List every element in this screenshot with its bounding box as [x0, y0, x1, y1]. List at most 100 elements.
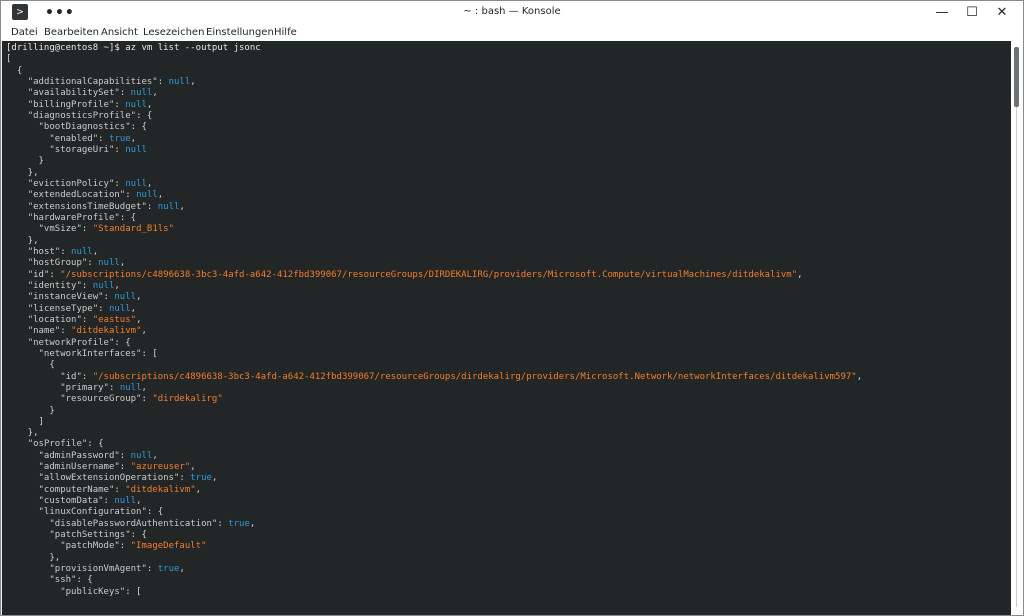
token-punct: ,	[190, 76, 196, 87]
token-punct	[6, 111, 28, 121]
output-line: "storageUri": null	[6, 145, 862, 156]
output-line: "licenseType": null,	[6, 304, 862, 315]
token-punct	[6, 473, 39, 483]
token-punct	[6, 587, 60, 597]
token-punct	[6, 372, 60, 382]
token-key: "hardwareProfile"	[27, 212, 120, 223]
token-punct: },	[6, 167, 39, 178]
token-bool: true	[108, 133, 131, 144]
token-punct: }	[6, 156, 44, 167]
token-punct	[6, 326, 28, 336]
menu-lesezeichen[interactable]: Lesezeichen	[143, 27, 204, 38]
token-punct: ,	[146, 178, 153, 189]
token-punct	[6, 77, 28, 87]
token-punct	[6, 281, 28, 291]
output-line: "patchMode": "ImageDefault"	[6, 541, 862, 552]
token-punct: ,	[856, 371, 863, 382]
token-key: "osProfile"	[27, 439, 88, 450]
output-line: "evictionPolicy": null,	[6, 179, 862, 190]
token-null: null	[98, 258, 120, 269]
token-punct	[6, 541, 60, 551]
token-punct	[6, 179, 28, 189]
title-bar[interactable]: > ••• ~ : bash — Konsole — ☐ ✕	[1, 1, 1023, 25]
token-punct	[6, 530, 49, 540]
token-punct: :	[217, 518, 229, 529]
token-punct: ,	[179, 564, 185, 575]
token-punct: ,	[141, 382, 147, 393]
token-punct: :	[60, 246, 72, 257]
token-key: "diagnosticsProfile"	[27, 110, 137, 121]
token-punct: ]	[6, 416, 44, 427]
token-punct: ,	[136, 496, 142, 507]
output-line: "disablePasswordAuthentication": true,	[6, 519, 862, 530]
output-line: "vmSize": "Standard_B1ls"	[6, 224, 862, 235]
output-line: "customData": null,	[6, 496, 862, 507]
token-punct: :	[98, 133, 109, 144]
token-punct: :	[141, 394, 153, 405]
output-line: "additionalCapabilities": null,	[6, 77, 862, 88]
output-line: "enabled": true,	[6, 134, 862, 145]
output-line: "publicKeys": [	[6, 587, 862, 598]
token-str: "dirdekalirg"	[152, 394, 223, 405]
output-line: "diagnosticsProfile": {	[6, 111, 862, 122]
token-punct: :	[103, 292, 115, 303]
output-line: "billingProfile": null,	[6, 100, 862, 111]
output-line: "primary": null,	[6, 383, 862, 394]
token-key: "location"	[27, 314, 82, 325]
token-key: "id"	[27, 269, 50, 280]
output-line: "ssh": {	[6, 575, 862, 586]
output-line: "computerName": "ditdekalivm",	[6, 485, 862, 496]
scrollbar[interactable]	[1011, 41, 1023, 615]
token-null: null	[92, 280, 115, 291]
token-null: null	[130, 88, 153, 99]
window-title: ~ : bash — Konsole	[463, 6, 561, 17]
token-punct: :	[119, 450, 131, 461]
token-null: null	[114, 292, 137, 303]
token-punct: },	[6, 428, 39, 439]
menu-bar: Datei Bearbeiten Ansicht Lesezeichen Ein…	[1, 25, 1023, 41]
token-key: "host"	[27, 246, 61, 257]
token-key: "extensionsTimeBudget"	[27, 201, 147, 212]
token-punct: },	[6, 235, 39, 246]
token-key: "name"	[27, 326, 61, 337]
token-null: null	[125, 178, 147, 189]
token-str: "/subscriptions/c4896638-3bc3-4afd-a642-…	[60, 269, 798, 280]
token-key: "ssh"	[49, 575, 77, 586]
maximize-button[interactable]: ☐	[962, 4, 982, 22]
menu-datei[interactable]: Datei	[11, 27, 38, 38]
token-punct: ,	[797, 269, 803, 280]
token-punct	[6, 213, 28, 223]
token-punct: ,	[130, 303, 137, 314]
token-punct	[6, 247, 28, 257]
token-punct	[6, 462, 39, 472]
token-punct	[6, 304, 28, 314]
token-punct: ,	[190, 462, 196, 473]
konsole-window: > ••• ~ : bash — Konsole — ☐ ✕ Datei Bea…	[0, 0, 1024, 616]
menu-hilfe[interactable]: Hilfe	[274, 27, 297, 38]
minimize-button[interactable]: —	[932, 4, 952, 22]
token-key: "customData"	[38, 496, 104, 507]
token-key: "bootDiagnostics"	[38, 122, 131, 133]
token-punct: ,	[141, 326, 147, 337]
menu-bearbeiten[interactable]: Bearbeiten	[44, 27, 99, 38]
token-key: "adminPassword"	[38, 450, 120, 461]
token-punct	[6, 224, 39, 234]
menu-ansicht[interactable]: Ansicht	[101, 27, 138, 38]
menu-einstellungen[interactable]: Einstellungen	[206, 27, 274, 38]
token-punct: :	[146, 564, 158, 575]
token-punct: ,	[130, 133, 137, 144]
terminal-area[interactable]: [drilling@centos8 ~]$ az vm list --outpu…	[2, 41, 1011, 615]
close-button[interactable]: ✕	[992, 4, 1012, 22]
token-str: "azureuser"	[130, 462, 191, 473]
token-key: "networkProfile"	[27, 337, 115, 348]
token-punct	[6, 564, 49, 574]
token-punct	[6, 270, 28, 280]
output-line: "name": "ditdekalivm",	[6, 326, 862, 337]
output-line: },	[6, 553, 862, 564]
token-key: "computerName"	[38, 484, 115, 495]
scrollbar-thumb[interactable]	[1014, 47, 1019, 107]
output-line: },	[6, 236, 862, 247]
output-line: }	[6, 156, 862, 167]
token-punct	[6, 383, 60, 393]
token-punct: : {	[114, 337, 131, 348]
